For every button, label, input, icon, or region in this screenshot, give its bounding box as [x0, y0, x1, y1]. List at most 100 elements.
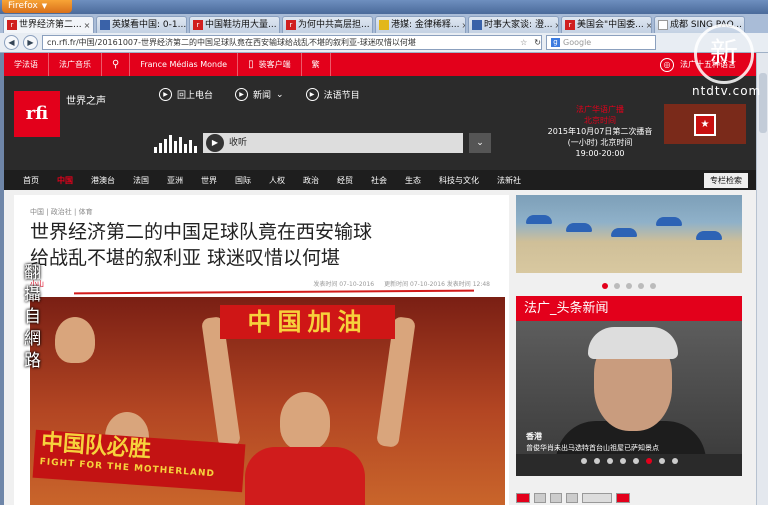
main-nav-item[interactable]: 经贸 [328, 175, 362, 186]
close-icon[interactable]: × [744, 18, 745, 33]
topbar-music[interactable]: 法广音乐 [49, 53, 102, 76]
schedule-line: 北京时间 [584, 116, 616, 125]
headline-line: 给战乱不堪的叙利亚 球迷叹惜以何堪 [30, 247, 341, 269]
main-nav-item[interactable]: 生态 [396, 175, 430, 186]
main-nav-item[interactable]: 政治 [294, 175, 328, 186]
social-icon[interactable] [616, 493, 630, 503]
headline-dot[interactable] [671, 458, 678, 464]
headline-dot[interactable] [658, 458, 665, 464]
header-nav-label: 新闻 [253, 91, 272, 101]
breadcrumb[interactable]: 中国 | 政治社 | 体育 [30, 207, 93, 217]
slideshow-dot[interactable] [638, 283, 644, 289]
browser-tab[interactable]: 港媒: 金律稀释...× [375, 16, 466, 33]
annotation-underline [73, 289, 475, 295]
header-nav-french[interactable]: ▶ 法语节目 [305, 88, 360, 101]
topbar-item-label: 繁 [311, 60, 320, 69]
umbrella [696, 231, 722, 240]
topbar-traditional[interactable]: 繁 [302, 53, 331, 76]
firefox-menu-button[interactable]: Firefox ▼ [2, 0, 72, 13]
browser-tab[interactable]: r 世界经济第二... × [3, 16, 94, 33]
share-icon[interactable] [516, 493, 530, 503]
bookmark-star-icon[interactable]: ☆ [520, 36, 527, 49]
browser-tab[interactable]: 英媒看中国: 0-1...× [96, 16, 187, 33]
schedule-line: 2015年10月07日第二次播音 [547, 127, 653, 136]
main-nav-item[interactable]: 国际 [226, 175, 260, 186]
main-nav-item[interactable]: 科技与文化 [430, 175, 488, 186]
slideshow-dot[interactable] [650, 283, 656, 289]
header-nav-radio[interactable]: ▶ 回上电台 [159, 88, 213, 101]
special-columns-button[interactable]: 专栏检索 [704, 172, 748, 188]
search-placeholder: Google [563, 38, 592, 47]
close-icon[interactable]: × [279, 18, 280, 33]
slideshow-dot[interactable] [614, 283, 620, 289]
slideshow-dot[interactable] [602, 283, 608, 289]
font-size-icon[interactable] [566, 493, 578, 503]
photo-banner-bottom: 中国队必胜 FIGHT FOR THE MOTHERLAND [32, 429, 246, 493]
listen-button[interactable]: ▶ 收听 [203, 133, 463, 153]
headline-dot[interactable] [593, 458, 600, 464]
fan-face [55, 317, 95, 363]
email-icon[interactable] [550, 493, 562, 503]
headline-dot[interactable] [580, 458, 587, 464]
topbar-app[interactable]: ▯ 装客户端 [238, 53, 302, 76]
headline-dots [516, 458, 742, 464]
main-nav-item[interactable]: 亚洲 [158, 175, 192, 186]
main-nav-item[interactable]: 港澳台 [82, 175, 124, 186]
slideshow-dots [516, 279, 742, 293]
promo-banner[interactable]: ★ [664, 104, 746, 144]
main-nav-item[interactable]: 法新社 [488, 175, 530, 186]
main-nav-item[interactable]: 中国 [48, 175, 82, 186]
byline: 小山 发表时间 07-10-2016 更新时间 07-10-2016 发表时间 … [30, 279, 490, 289]
browser-tab[interactable]: r为何中共高层担...× [282, 16, 373, 33]
chevron-down-icon: ⌄ [276, 89, 284, 100]
topbar-fmm[interactable]: France Médias Monde [130, 53, 239, 76]
headline-dot[interactable] [632, 458, 639, 464]
favicon-icon [658, 20, 668, 30]
close-icon[interactable]: × [646, 18, 651, 33]
play-circle-icon: ▶ [159, 88, 172, 101]
close-icon[interactable]: × [84, 18, 91, 33]
slideshow-dot[interactable] [626, 283, 632, 289]
rfi-logo[interactable]: rfi [14, 91, 60, 137]
headline-dot[interactable] [645, 458, 652, 464]
scrollbar-thumb[interactable] [759, 73, 767, 133]
main-nav-item[interactable]: 人权 [260, 175, 294, 186]
vertical-scrollbar[interactable] [756, 53, 768, 505]
topbar-search[interactable]: ⚲ [102, 53, 131, 76]
tab-label: 为何中共高层担... [298, 19, 370, 30]
search-field[interactable]: g Google [546, 35, 656, 50]
search-icon: ⚲ [112, 59, 120, 70]
main-nav-item[interactable]: 首页 [14, 175, 48, 186]
share-toolbar [516, 491, 742, 505]
main-nav-item[interactable]: 社会 [362, 175, 396, 186]
headline-caption-place: 香港 [526, 432, 542, 441]
browser-tab[interactable]: r中国鞋坊用大量...× [189, 16, 280, 33]
headline-dot[interactable] [606, 458, 613, 464]
header-nav-label: 回上电台 [177, 91, 214, 101]
listen-label: 收听 [229, 138, 248, 148]
headline-dot[interactable] [619, 458, 626, 464]
topbar-learn-french[interactable]: 学法语 [4, 53, 49, 76]
umbrella [526, 215, 552, 224]
main-nav-item[interactable]: 法国 [124, 175, 158, 186]
print-icon[interactable] [534, 493, 546, 503]
url-bar[interactable]: cn.rfi.fr/中国/20161007-世界经济第二的中国足球队竟在西安输球… [42, 35, 542, 50]
browser-tab[interactable]: r 美国会"中国委... × [561, 16, 652, 33]
close-icon[interactable]: × [554, 18, 558, 33]
close-icon[interactable]: × [372, 18, 373, 33]
site-header: rfi 世界之声 ▶ 回上电台 ▶ 新闻 ⌄ ▶ 法语节目 ▶ 收听 ⌄ 法广华语广播 北… [4, 76, 756, 170]
forward-button[interactable]: ▶ [23, 35, 38, 50]
header-nav-news[interactable]: ▶ 新闻 ⌄ [235, 88, 284, 101]
expand-player-button[interactable]: ⌄ [469, 133, 491, 153]
back-button[interactable]: ◀ [4, 35, 19, 50]
reload-icon[interactable]: ↻ [534, 36, 541, 49]
browser-tab[interactable]: 时事大家谈: 澄...× [468, 16, 559, 33]
sidebar-slideshow-photo[interactable] [516, 195, 742, 273]
tab-label: 时事大家谈: 澄... [484, 19, 553, 30]
play-circle-icon: ▶ [305, 88, 319, 101]
main-nav-item[interactable]: 世界 [192, 175, 226, 186]
schedule-line: 法广华语广播 [576, 105, 624, 114]
ntd-watermark-text: ntdtv.com [692, 84, 762, 98]
close-icon[interactable]: × [461, 18, 465, 33]
headline-photo[interactable]: 香港 曾俊华肖未出马选特首台山祖屋已萨知景点 [516, 321, 742, 454]
